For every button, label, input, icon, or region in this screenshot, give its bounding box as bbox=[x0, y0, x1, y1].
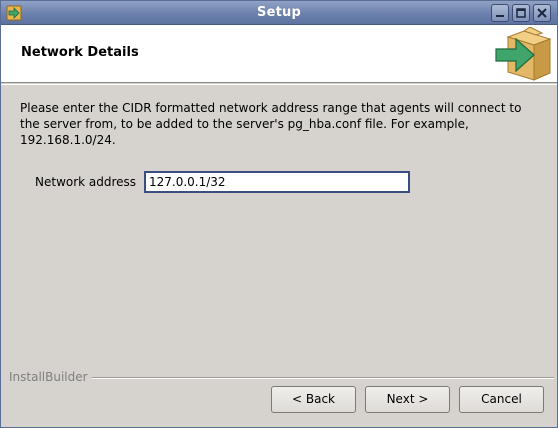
back-button[interactable]: < Back bbox=[271, 386, 356, 413]
setup-window: Setup Network Details Please enter the C… bbox=[0, 0, 558, 428]
minimize-icon bbox=[496, 15, 504, 17]
window-title: Setup bbox=[257, 5, 301, 20]
maximize-button[interactable] bbox=[512, 4, 530, 22]
footer-divider bbox=[87, 377, 554, 379]
title-bar[interactable]: Setup bbox=[1, 1, 557, 25]
close-icon bbox=[537, 8, 547, 18]
brand-label: InstallBuilder bbox=[9, 370, 92, 384]
instructions-text: Please enter the CIDR formatted network … bbox=[20, 101, 522, 147]
minimize-button[interactable] bbox=[491, 4, 509, 22]
cancel-button[interactable]: Cancel bbox=[459, 386, 544, 413]
network-address-input[interactable] bbox=[144, 171, 410, 193]
close-button[interactable] bbox=[533, 4, 551, 22]
next-button[interactable]: Next > bbox=[365, 386, 450, 413]
package-arrow-icon bbox=[494, 26, 552, 82]
page-header: Network Details bbox=[1, 25, 557, 85]
maximize-icon bbox=[516, 8, 526, 18]
page-title: Network Details bbox=[21, 45, 139, 60]
network-address-label: Network address bbox=[35, 175, 137, 189]
